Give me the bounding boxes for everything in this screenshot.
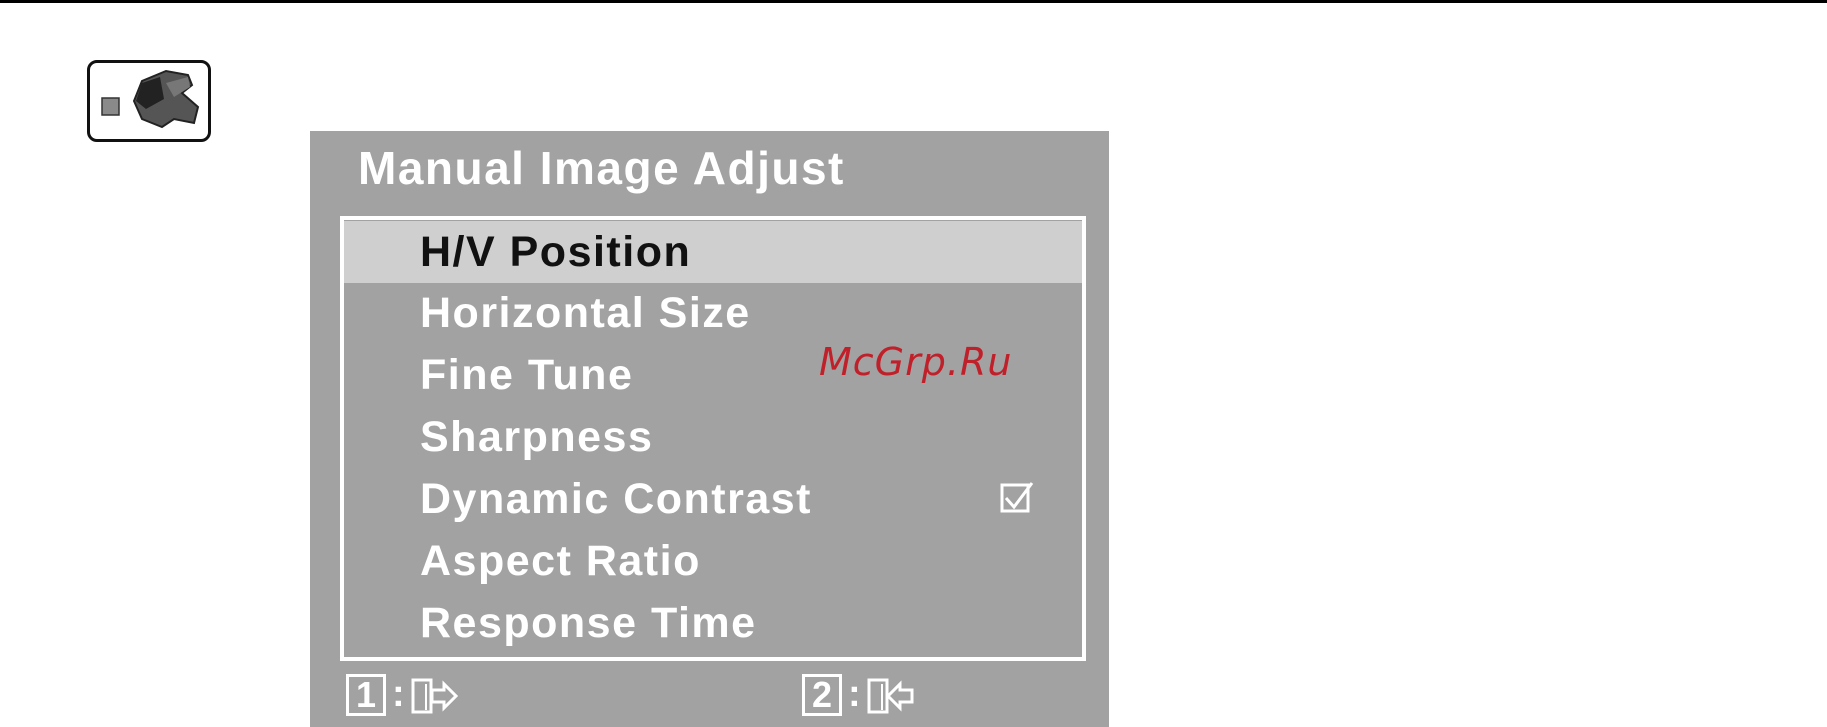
watermark-text: McGrp.Ru <box>819 340 1013 384</box>
manual-image-adjust-menu: Manual Image Adjust H/V Position Horizon… <box>310 131 1109 727</box>
manual-adjust-wrench-icon <box>87 60 211 142</box>
menu-item-sharpness[interactable]: Sharpness <box>344 406 1082 468</box>
menu-item-horizontal-size[interactable]: Horizontal Size <box>344 282 1082 344</box>
top-rule <box>0 0 1827 3</box>
menu-item-aspect-ratio[interactable]: Aspect Ratio <box>344 530 1082 592</box>
key2-badge: 2 <box>802 674 842 716</box>
key1-badge: 1 <box>346 674 386 716</box>
menu-item-hv-position[interactable]: H/V Position <box>344 221 1082 283</box>
menu-item-label: Sharpness <box>420 413 654 461</box>
menu-item-label: Dynamic Contrast <box>420 475 812 523</box>
enter-door-icon <box>867 678 914 714</box>
menu-item-response-time[interactable]: Response Time <box>344 592 1082 654</box>
menu-item-label: Response Time <box>420 599 757 647</box>
exit-door-icon <box>411 678 458 714</box>
key1-separator: : <box>392 673 405 715</box>
menu-title: Manual Image Adjust <box>358 142 845 194</box>
menu-item-list: H/V Position Horizontal Size Fine Tune S… <box>340 216 1086 661</box>
menu-item-label: Aspect Ratio <box>420 537 701 585</box>
menu-item-label: Fine Tune <box>420 351 634 399</box>
checkbox-checked-icon[interactable] <box>999 480 1035 516</box>
menu-item-label: H/V Position <box>420 228 692 276</box>
menu-item-dynamic-contrast[interactable]: Dynamic Contrast <box>344 468 1082 530</box>
menu-footer: 1 : 2 : <box>346 672 1086 720</box>
menu-item-label: Horizontal Size <box>420 289 751 337</box>
key2-separator: : <box>848 673 861 715</box>
